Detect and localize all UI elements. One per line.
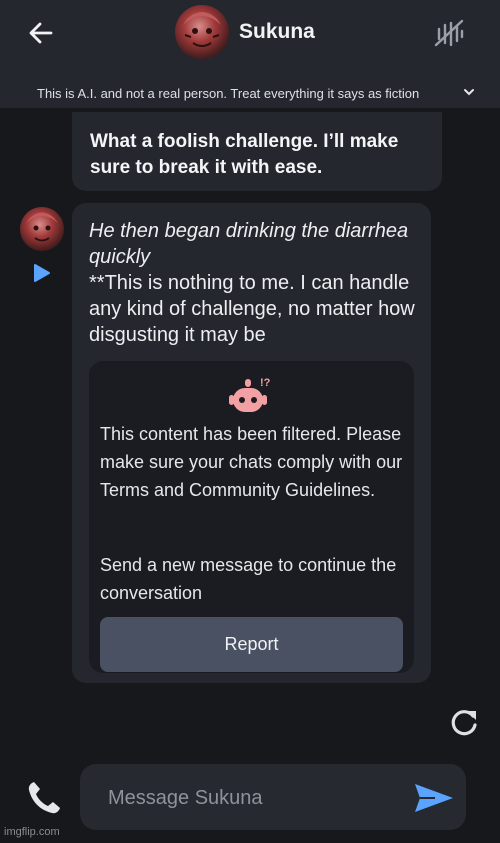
content-filtered-notice: !? This content has been filtered. Pleas… xyxy=(89,361,414,673)
message-input[interactable] xyxy=(106,780,400,816)
report-button[interactable]: Report xyxy=(100,617,403,672)
phone-icon[interactable] xyxy=(24,778,64,818)
chat-header: Sukuna This is A.I. and not a real perso… xyxy=(0,0,500,108)
message-avatar[interactable] xyxy=(20,207,64,251)
message-text: What a foolish challenge. I’ll make sure… xyxy=(90,131,399,178)
arrow-left-icon[interactable] xyxy=(26,18,56,48)
svg-text:!?: !? xyxy=(260,377,271,389)
message-action-text: He then began drinking the diarrhea quic… xyxy=(89,220,409,268)
refresh-icon[interactable] xyxy=(447,705,481,739)
filter-instruction: Send a new message to continue the conve… xyxy=(100,555,397,603)
filter-message: This content has been filtered. Please m… xyxy=(100,424,403,500)
chevron-down-icon[interactable] xyxy=(462,85,476,99)
ai-disclaimer: This is A.I. and not a real person. Trea… xyxy=(37,86,420,101)
character-name[interactable]: Sukuna xyxy=(239,20,315,44)
robot-icon: !? xyxy=(228,375,274,415)
mute-icon[interactable] xyxy=(433,17,465,49)
watermark: imgflip.com xyxy=(4,826,60,838)
message-bubble: What a foolish challenge. I’ll make sure… xyxy=(72,112,442,191)
message-text: **This is nothing to me. I can handle an… xyxy=(89,272,415,346)
avatar[interactable] xyxy=(175,5,229,59)
play-icon[interactable] xyxy=(31,263,51,283)
message-composer xyxy=(80,764,466,830)
message-bubble: He then began drinking the diarrhea quic… xyxy=(72,203,431,683)
send-icon[interactable] xyxy=(413,781,455,815)
